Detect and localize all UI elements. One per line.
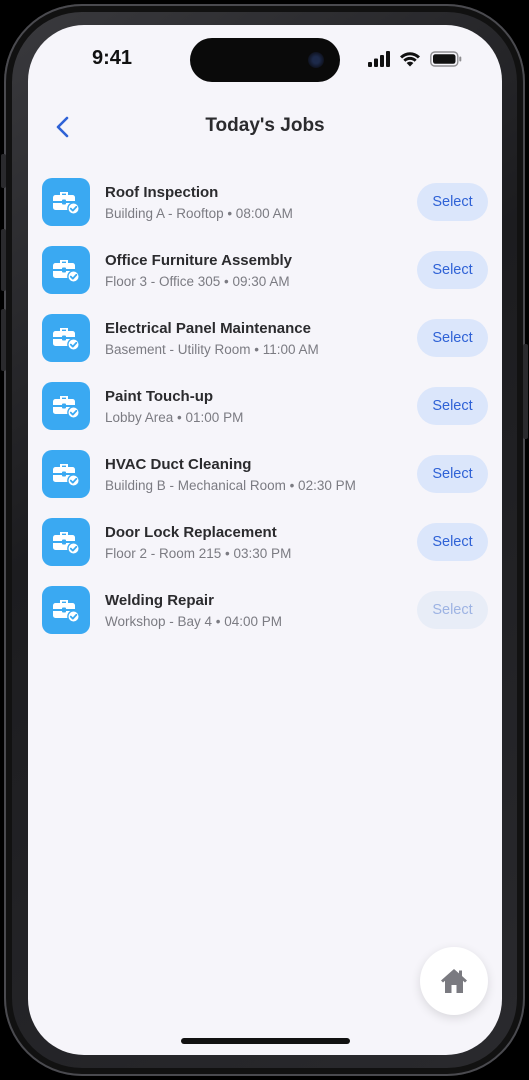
job-item: Roof Inspection Building A - Rooftop • 0… (28, 175, 502, 231)
job-subtitle: Lobby Area • 01:00 PM (105, 410, 244, 425)
nav-header: Today's Jobs (28, 105, 502, 149)
job-title: Office Furniture Assembly (105, 252, 292, 269)
job-subtitle: Workshop - Bay 4 • 04:00 PM (105, 614, 283, 629)
cellular-signal-icon (368, 51, 390, 67)
job-subtitle: Floor 3 - Office 305 • 09:30 AM (105, 274, 290, 289)
job-title: Welding Repair (105, 592, 214, 609)
job-item: Office Furniture Assembly Floor 3 - Offi… (28, 243, 502, 299)
home-icon (441, 969, 467, 993)
job-item: Electrical Panel Maintenance Basement - … (28, 311, 502, 367)
job-title: HVAC Duct Cleaning (105, 456, 252, 473)
job-title: Roof Inspection (105, 184, 219, 201)
toolbox-check-icon (42, 518, 90, 566)
page-title: Today's Jobs (205, 115, 325, 136)
toolbox-check-icon (42, 450, 90, 498)
job-title: Door Lock Replacement (105, 524, 277, 541)
select-button[interactable]: Select (417, 455, 488, 493)
action-button (1, 154, 6, 188)
wifi-icon (400, 52, 420, 67)
select-button[interactable]: Select (417, 387, 488, 425)
volume-down-button (1, 309, 6, 371)
job-item: HVAC Duct Cleaning Building B - Mechanic… (28, 447, 502, 503)
job-subtitle: Basement - Utility Room • 11:00 AM (105, 342, 319, 357)
toolbox-check-icon (42, 382, 90, 430)
front-camera (308, 52, 324, 68)
status-time: 9:41 (92, 47, 133, 69)
job-title: Electrical Panel Maintenance (105, 320, 311, 337)
job-item: Paint Touch-up Lobby Area • 01:00 PM Sel… (28, 379, 502, 435)
job-subtitle: Building B - Mechanical Room • 02:30 PM (105, 478, 356, 493)
home-indicator (181, 1038, 350, 1044)
job-subtitle: Building A - Rooftop • 08:00 AM (105, 206, 293, 221)
battery-icon (430, 51, 462, 67)
power-button (523, 344, 528, 439)
select-button[interactable]: Select (417, 591, 488, 629)
select-button[interactable]: Select (417, 183, 488, 221)
toolbox-check-icon (42, 246, 90, 294)
home-button[interactable] (420, 947, 488, 1015)
job-subtitle: Floor 2 - Room 215 • 03:30 PM (105, 546, 292, 561)
select-button[interactable]: Select (417, 251, 488, 289)
select-button[interactable]: Select (417, 523, 488, 561)
toolbox-check-icon (42, 586, 90, 634)
job-title: Paint Touch-up (105, 388, 214, 405)
dynamic-island (190, 38, 340, 82)
app-screen: 9:41 Today's Jobs Roof Inspection Buildi… (28, 25, 502, 1055)
job-item: Door Lock Replacement Floor 2 - Room 215… (28, 515, 502, 571)
job-item: Welding Repair Workshop - Bay 4 • 04:00 … (28, 583, 502, 639)
status-bar: 9:41 (28, 25, 502, 95)
toolbox-check-icon (42, 178, 90, 226)
select-button[interactable]: Select (417, 319, 488, 357)
volume-up-button (1, 229, 6, 291)
toolbox-check-icon (42, 314, 90, 362)
